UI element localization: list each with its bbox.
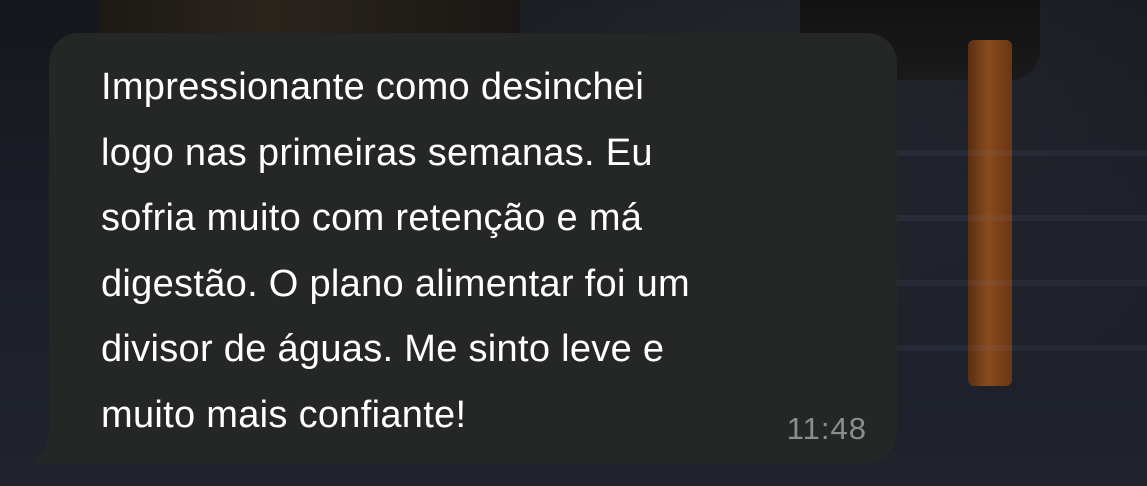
wallpaper-stripe: [880, 345, 1147, 351]
message-bubble[interactable]: Impressionante como desinchei logo nas p…: [49, 33, 897, 463]
wallpaper-stripe: [880, 150, 1147, 156]
wallpaper-stripe: [880, 280, 1147, 286]
message-timestamp: 11:48: [786, 411, 867, 446]
message-line: divisor de águas. Me sinto leve e: [101, 328, 665, 370]
wallpaper-stripe: [880, 215, 1147, 221]
message-line: logo nas primeiras semanas. Eu: [101, 131, 653, 174]
message-line: muito mais confiante!: [101, 393, 467, 436]
message-line: sofria muito com retenção e má: [101, 197, 643, 239]
message-line: digestão. O plano alimentar foi um: [101, 262, 690, 305]
message-line: Impressionante como desinchei: [101, 66, 645, 108]
message-bubble-container[interactable]: Impressionante como desinchei logo nas p…: [28, 33, 900, 463]
message-text: Impressionante como desinchei logo nas p…: [101, 55, 891, 448]
wallpaper-chair-leg: [968, 40, 1012, 386]
